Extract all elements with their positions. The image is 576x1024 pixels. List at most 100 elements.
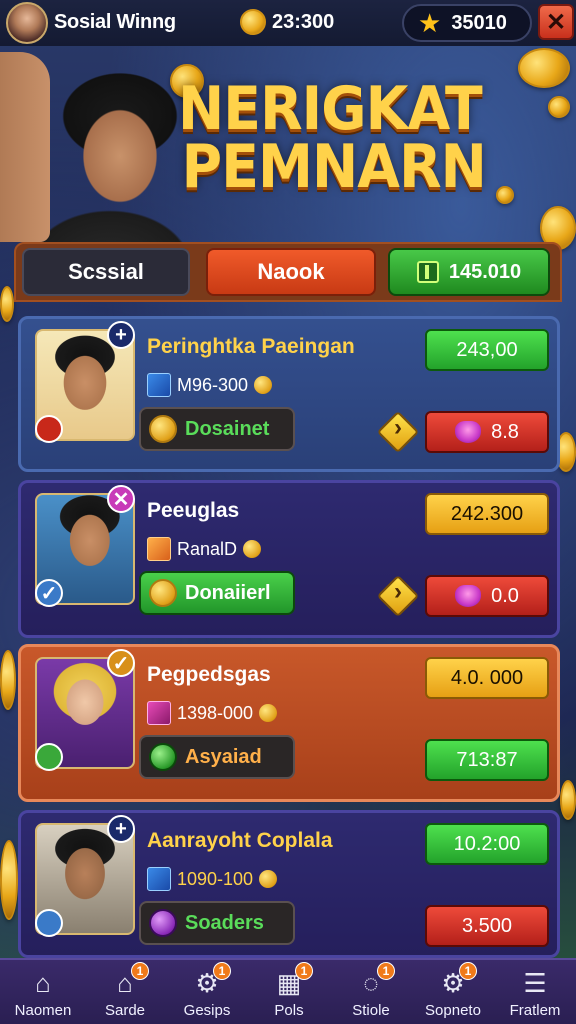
player-card[interactable]: ✓ Pegpedsgas 1398-000 Asyaiad 4.0. 000 7… <box>18 644 560 802</box>
value-label: 3.500 <box>461 914 513 937</box>
tab-social[interactable]: Scssial <box>22 248 190 296</box>
chat-icon: ◌ 1 <box>355 962 395 998</box>
menu-icon: ☰ <box>523 968 547 998</box>
coin-counter: 23:300 <box>240 9 334 35</box>
action-label: Dosainet <box>185 417 270 440</box>
coin-icon <box>243 540 262 558</box>
coin-icon <box>259 704 278 722</box>
player-name: Peeuglas <box>147 499 240 522</box>
gem-value-button[interactable]: 8.8 <box>425 411 549 453</box>
gem-icon <box>455 421 482 443</box>
add-icon[interactable]: + <box>107 321 135 349</box>
nav-item-store[interactable]: ⌂ 1 Sarde <box>84 960 166 1024</box>
close-icon: ✕ <box>545 8 567 36</box>
wallet-icon <box>416 261 439 283</box>
nav-item-home[interactable]: ⌂ Naomen <box>2 960 84 1024</box>
player-card[interactable]: + Aanrayoht Coplala 1090-100 Soaders 10.… <box>18 810 560 958</box>
chevron-right-icon[interactable] <box>376 574 420 618</box>
coin-decoration <box>0 650 16 710</box>
nav-badge: 1 <box>295 962 313 980</box>
nav-item-gear[interactable]: ⚙ 1 Gesips <box>166 960 248 1024</box>
hero-title-line2: PEMNARN <box>181 132 487 202</box>
player-name: Pegpedsgas <box>147 663 271 686</box>
tab-naook[interactable]: Naook <box>206 248 376 296</box>
star-icon: ★ <box>418 8 442 38</box>
nav-item-settings[interactable]: ⚙ 1 Sopneto <box>412 960 494 1024</box>
nav-item-qr[interactable]: ▦ 1 Pols <box>248 960 330 1024</box>
player-card[interactable]: + Peringhtka Paeingan M96-300 Dosainet 2… <box>18 316 560 472</box>
player-sub-label: RanalD <box>177 538 238 559</box>
gem-icon <box>149 909 177 937</box>
top-bar: Sosial Winng 23:300 ★ 35010 ✕ <box>0 0 576 46</box>
score-value: 242.300 <box>425 493 549 535</box>
close-button[interactable]: ✕ <box>538 4 574 40</box>
coin-decoration <box>560 780 576 820</box>
action-button[interactable]: Asyaiad <box>139 735 295 779</box>
hero-arm-art <box>0 52 50 242</box>
settings-icon: ⚙ 1 <box>437 962 477 998</box>
home-icon: ⌂ <box>35 968 51 998</box>
coin-icon <box>259 870 278 888</box>
gear-icon: ⚙ 1 <box>191 962 231 998</box>
gem-icon <box>455 585 482 607</box>
player-sub-label: M96-300 <box>177 374 249 395</box>
nav-badge: 1 <box>459 962 477 980</box>
nav-item-chat[interactable]: ◌ 1 Stiole <box>330 960 412 1024</box>
sword-icon <box>147 373 171 397</box>
player-sub-label: 1398-000 <box>177 702 254 723</box>
coin-decoration <box>0 840 18 920</box>
gem-value: 8.8 <box>491 420 519 443</box>
coin-icon <box>149 415 177 443</box>
avatar[interactable] <box>6 2 48 44</box>
coin-decoration <box>518 48 570 88</box>
player-sub: M96-300 <box>147 373 273 397</box>
balance-button[interactable]: 145.010 <box>388 248 550 296</box>
value-label: 713:87 <box>456 748 518 771</box>
value-button[interactable]: 3.500 <box>425 905 549 947</box>
action-label: Donaiierl <box>185 581 271 604</box>
coin-decoration <box>548 96 570 118</box>
nav-label: Gesips <box>183 1002 231 1019</box>
player-name: Aanrayoht Coplala <box>147 829 333 852</box>
nav-label: Sarde <box>104 1002 146 1019</box>
gem-value: 0.0 <box>491 584 519 607</box>
player-sub-label: 1090-100 <box>177 868 254 889</box>
check-icon[interactable]: ✓ <box>107 649 135 677</box>
rank-badge-icon <box>35 415 63 443</box>
star-counter[interactable]: ★ 35010 <box>402 4 532 42</box>
star-value: 35010 <box>451 11 507 34</box>
nav-badge: 1 <box>213 962 231 980</box>
player-sub: 1398-000 <box>147 701 278 725</box>
nav-label: Fratlem <box>509 1002 561 1019</box>
leaf-icon <box>35 743 63 771</box>
check-icon: ✓ <box>35 579 63 607</box>
link-icon <box>35 909 63 937</box>
store-icon: ⌂ 1 <box>109 962 149 998</box>
player-card[interactable]: ✕ ✓ Peeuglas RanalD Donaiierl 242.300 0.… <box>18 480 560 638</box>
close-icon[interactable]: ✕ <box>107 485 135 513</box>
balance-value: 145.010 <box>448 260 522 283</box>
add-icon[interactable]: + <box>107 815 135 843</box>
action-button[interactable]: Soaders <box>139 901 295 945</box>
action-button[interactable]: Donaiierl <box>139 571 295 615</box>
nav-label: Sopneto <box>425 1002 481 1019</box>
action-label: Soaders <box>185 911 264 934</box>
coin-decoration <box>0 286 14 322</box>
score-value: 10.2:00 <box>425 823 549 865</box>
nav-label: Stiole <box>352 1002 390 1019</box>
gem-value-button[interactable]: 0.0 <box>425 575 549 617</box>
sword-icon <box>147 701 171 725</box>
score-value: 243,00 <box>425 329 549 371</box>
coin-value: 23:300 <box>272 10 335 33</box>
value-button[interactable]: 713:87 <box>425 739 549 781</box>
sword-icon <box>147 867 171 891</box>
nav-label: Naomen <box>14 1002 72 1019</box>
qr-icon: ▦ 1 <box>273 962 313 998</box>
bottom-nav: ⌂ Naomen ⌂ 1 Sarde ⚙ 1 Gesips ▦ 1 Pols ◌ 1 S… <box>0 958 576 1024</box>
player-name: Peringhtka Paeingan <box>147 335 355 358</box>
hero-title: NERIGKAT PEMNARN <box>178 79 500 202</box>
action-button[interactable]: Dosainet <box>139 407 295 451</box>
chevron-right-icon[interactable] <box>376 410 420 454</box>
star-icon <box>147 537 171 561</box>
nav-item-menu[interactable]: ☰ Fratlem <box>494 960 576 1024</box>
